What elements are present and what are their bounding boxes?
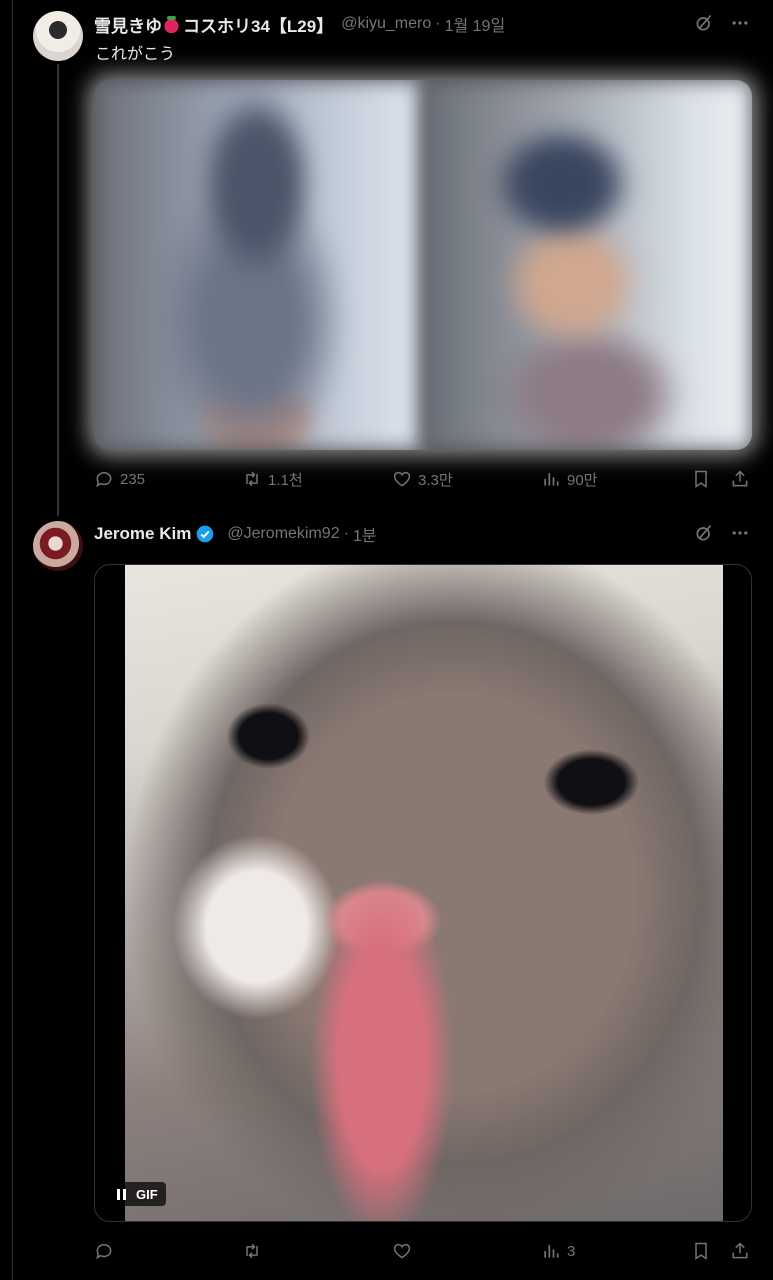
tweet-header: Jerome Kim @Jeromekim92 · 1분 (94, 522, 377, 546)
heart-icon (393, 471, 411, 487)
like-button[interactable]: 3.3만 (392, 469, 453, 490)
share-button[interactable] (730, 469, 750, 489)
tweet-actions: 235 1.1천 3.3만 90만 (94, 467, 754, 491)
cat-gif-image[interactable] (125, 565, 723, 1221)
display-name-suffix[interactable]: コスホリ34【L29】 (183, 12, 333, 37)
user-handle[interactable]: @kiyu_mero (341, 15, 431, 33)
view-count: 90만 (567, 471, 598, 489)
views-icon (544, 1245, 559, 1258)
separator-dot: · (435, 15, 441, 32)
verified-badge-icon (196, 525, 214, 543)
share-icon (732, 470, 748, 487)
views-button[interactable]: 90만 (541, 469, 598, 490)
separator-dot: · (343, 525, 349, 542)
views-icon (544, 473, 559, 486)
gif-controls[interactable]: GIF (109, 1182, 166, 1206)
heart-icon (393, 1243, 411, 1259)
grok-icon[interactable] (693, 522, 715, 544)
tweet-top-actions (693, 12, 751, 34)
bookmark-button[interactable] (691, 469, 711, 489)
retweet-icon (246, 471, 258, 487)
tweet[interactable]: Jerome Kim @Jeromekim92 · 1분 GIF 3 (0, 512, 773, 1280)
pause-icon[interactable] (117, 1188, 126, 1200)
blurred-photo-grid[interactable] (94, 80, 752, 450)
tweet-header: 雪見きゆ コスホリ34【L29】 @kiyu_mero · 1월 19일 (94, 12, 505, 36)
tweet-top-actions (693, 522, 751, 544)
avatar[interactable] (33, 11, 83, 61)
gif-badge: GIF (136, 1186, 158, 1202)
views-button[interactable]: 3 (541, 1241, 575, 1261)
reply-icon (96, 1244, 112, 1260)
user-handle[interactable]: @Jeromekim92 (227, 525, 339, 543)
retweet-icon (246, 1243, 258, 1259)
display-name[interactable]: Jerome Kim (94, 524, 191, 544)
display-name[interactable]: 雪見きゆ (94, 12, 162, 37)
retweet-button[interactable]: 1.1천 (242, 469, 303, 490)
more-icon[interactable] (729, 12, 751, 34)
timestamp[interactable]: 1월 19일 (445, 12, 506, 36)
gif-media[interactable]: GIF (94, 564, 752, 1222)
bookmark-icon (695, 470, 707, 488)
bookmark-icon (695, 1242, 707, 1260)
retweet-button[interactable] (242, 1241, 268, 1261)
like-button[interactable] (392, 1241, 418, 1261)
like-count: 3.3만 (418, 471, 453, 489)
reply-button[interactable] (94, 1241, 120, 1261)
tweet[interactable]: 雪見きゆ コスホリ34【L29】 @kiyu_mero · 1월 19일 これが… (0, 0, 773, 505)
reply-count: 235 (120, 470, 146, 488)
grok-icon[interactable] (693, 12, 715, 34)
more-icon[interactable] (729, 522, 751, 544)
timestamp[interactable]: 1분 (353, 522, 377, 546)
blurred-photo-right[interactable] (425, 80, 752, 450)
blurred-photo-left[interactable] (94, 80, 421, 450)
tweet-actions: 3 (94, 1239, 754, 1263)
bookmark-button[interactable] (691, 1241, 711, 1261)
reply-button[interactable]: 235 (94, 469, 145, 489)
retweet-count: 1.1천 (268, 471, 303, 489)
strawberry-emoji-icon (164, 15, 179, 33)
tweet-text: これがこう (95, 46, 176, 63)
reply-icon (96, 472, 112, 488)
share-icon (732, 1242, 748, 1259)
share-button[interactable] (730, 1241, 750, 1261)
avatar[interactable] (33, 521, 83, 571)
view-count: 3 (567, 1242, 576, 1260)
